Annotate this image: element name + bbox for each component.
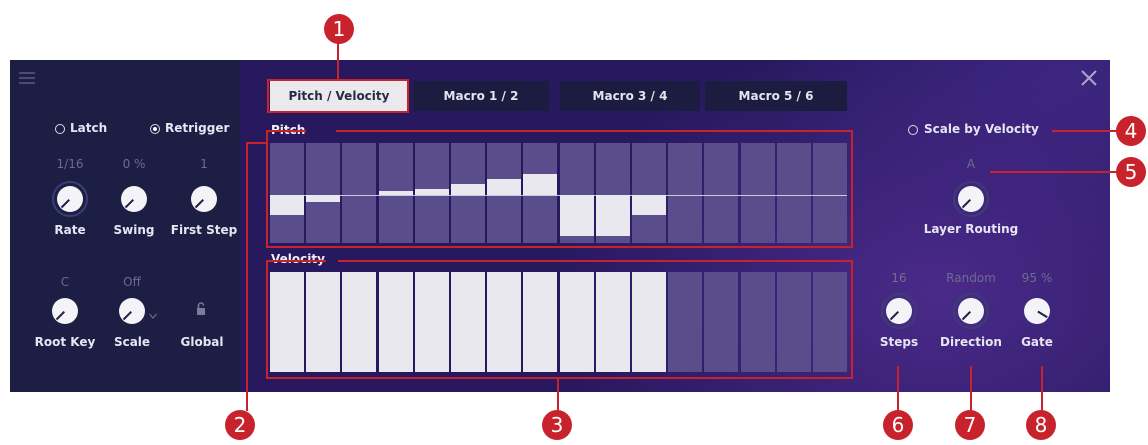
swing-label: Swing <box>113 223 155 237</box>
callout-8-badge: 8 <box>1026 410 1056 440</box>
callout-6-line <box>897 366 899 411</box>
first-step-value: 1 <box>200 157 208 171</box>
menu-icon[interactable] <box>19 72 35 84</box>
direction-knob[interactable] <box>953 293 989 329</box>
close-icon[interactable] <box>1080 69 1098 87</box>
direction-label: Direction <box>940 335 1002 349</box>
callout-8-line <box>1041 366 1043 411</box>
callout-1-badge: 1 <box>324 14 354 44</box>
scale-label: Scale <box>113 335 151 349</box>
rate-value: 1/16 <box>56 157 84 171</box>
layer-routing-knob[interactable] <box>953 181 989 217</box>
callout-7-badge: 7 <box>955 410 985 440</box>
callout-4-line <box>1052 130 1118 132</box>
global-label: Global <box>180 335 224 349</box>
retrigger-label: Retrigger <box>165 121 230 135</box>
callout-5-badge: 5 <box>1116 157 1146 187</box>
steps-label: Steps <box>879 335 919 349</box>
callout-1-line <box>337 42 339 79</box>
pitch-outline <box>266 130 853 248</box>
callout-1-outline <box>267 79 409 113</box>
retrigger-radio[interactable] <box>150 124 160 134</box>
callout-2-badge: 2 <box>225 410 255 440</box>
callout-3-badge: 3 <box>542 410 572 440</box>
gate-value: 95 % <box>1021 271 1053 285</box>
tab-macro-1-2[interactable]: Macro 1 / 2 <box>413 81 549 111</box>
callout-5-line <box>990 171 1118 173</box>
callout-3-line <box>557 379 559 411</box>
callout-6-badge: 6 <box>883 410 913 440</box>
tab-macro-3-4[interactable]: Macro 3 / 4 <box>560 81 700 111</box>
rate-knob[interactable] <box>52 181 88 217</box>
lock-icon[interactable] <box>196 301 206 315</box>
steps-knob[interactable] <box>881 293 917 329</box>
latch-label: Latch <box>70 121 108 135</box>
callout-2-line-v <box>246 142 248 411</box>
scale-by-velocity-label: Scale by Velocity <box>924 122 1039 136</box>
callout-7-line <box>970 366 972 411</box>
rate-label: Rate <box>54 223 86 237</box>
first-step-knob[interactable] <box>191 186 217 212</box>
velocity-label-line <box>326 260 338 262</box>
scale-knob[interactable] <box>119 298 145 324</box>
scale-value: Off <box>123 275 141 289</box>
direction-value: Random <box>946 271 996 285</box>
velocity-outline <box>266 260 853 379</box>
swing-value: 0 % <box>122 157 146 171</box>
tab-macro-5-6[interactable]: Macro 5 / 6 <box>705 81 847 111</box>
gate-knob[interactable] <box>1024 298 1050 324</box>
callout-4-badge: 4 <box>1116 116 1146 146</box>
gate-label: Gate <box>1021 335 1053 349</box>
latch-radio[interactable] <box>55 124 65 134</box>
callout-2-line-h <box>246 142 266 144</box>
root-key-knob[interactable] <box>52 298 78 324</box>
swing-knob[interactable] <box>121 186 147 212</box>
first-step-label: First Step <box>170 223 238 237</box>
pitch-label-line <box>306 130 336 132</box>
steps-value: 16 <box>891 271 907 285</box>
root-key-value: C <box>60 275 70 289</box>
scale-by-velocity-radio[interactable] <box>908 125 918 135</box>
chevron-down-icon[interactable] <box>149 304 157 319</box>
root-key-label: Root Key <box>34 335 96 349</box>
layer-routing-value: A <box>966 157 976 171</box>
layer-routing-label: Layer Routing <box>923 222 1019 236</box>
